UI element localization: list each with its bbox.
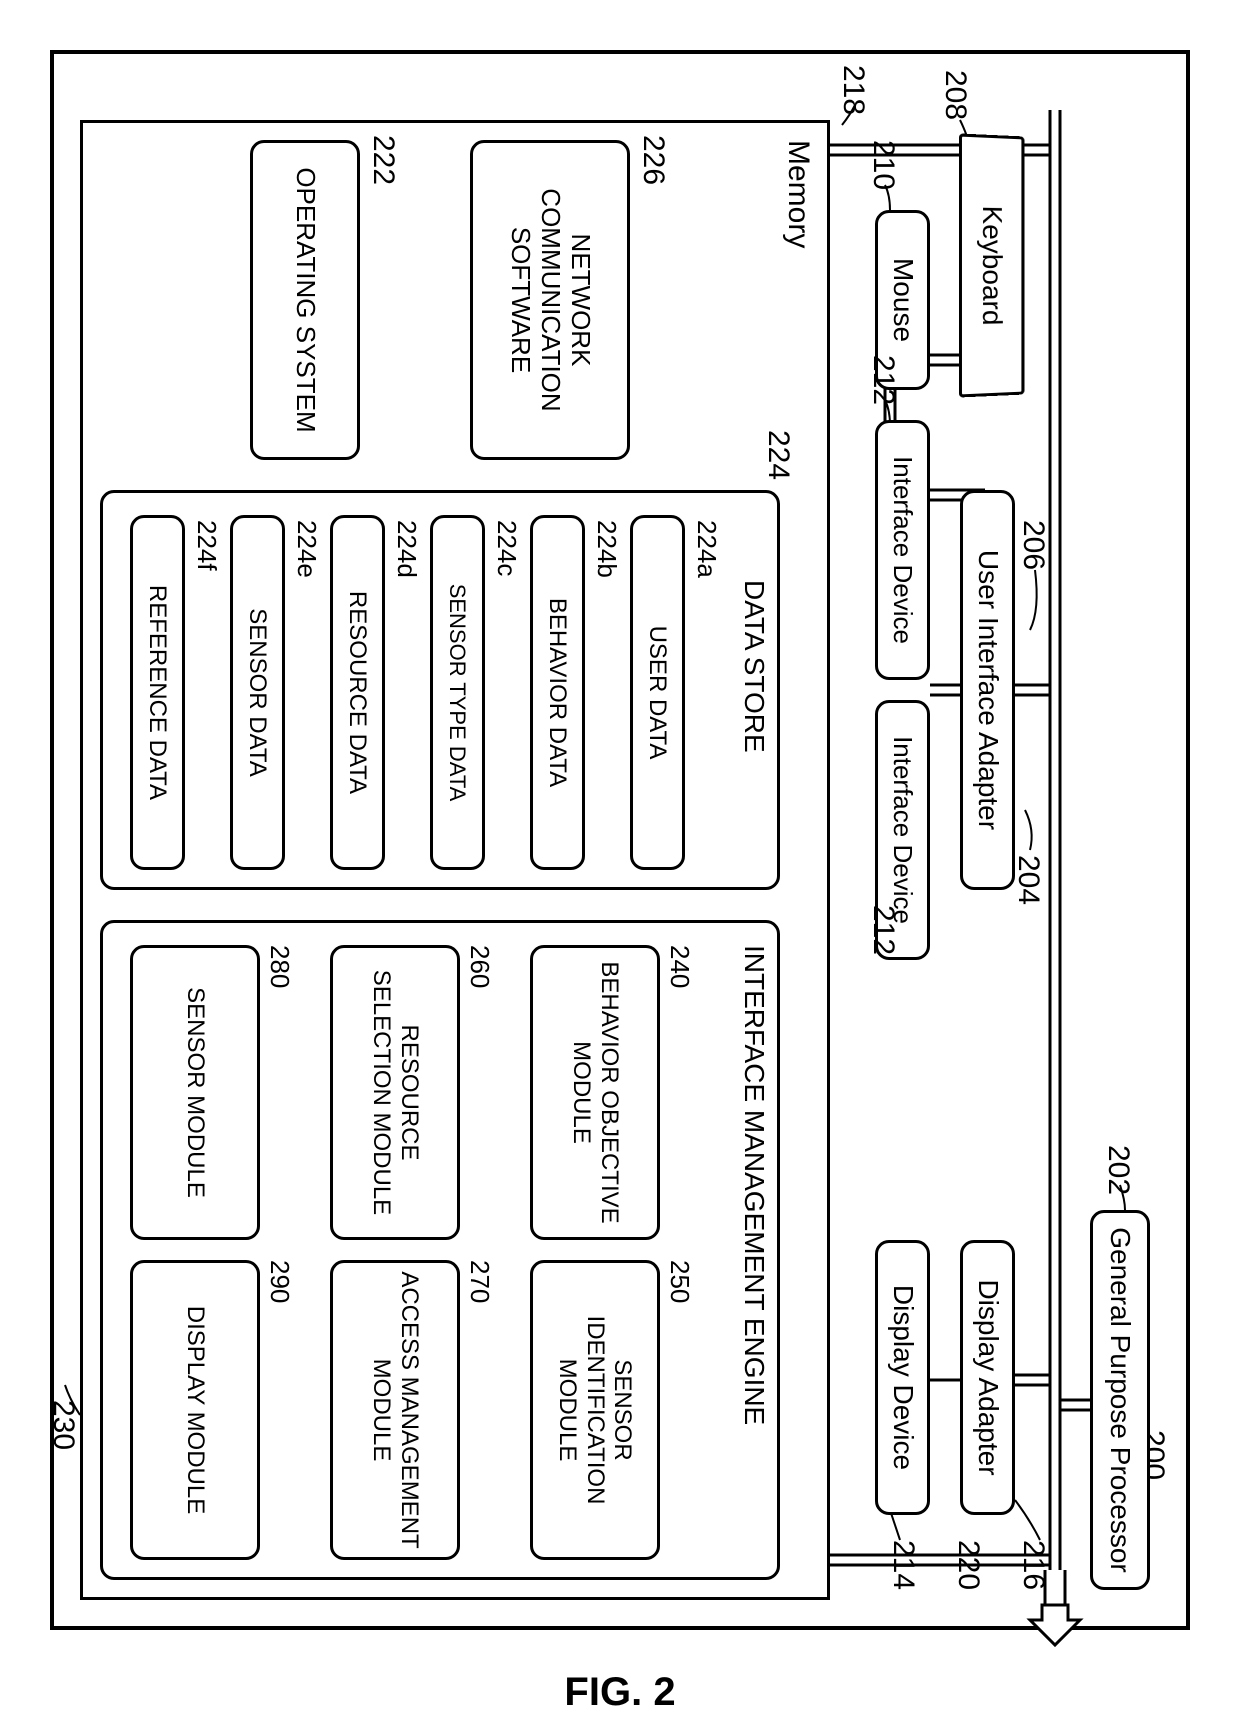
keyboard-block: Keyboard — [959, 133, 1024, 397]
ds-item-2-label: SENSOR TYPE DATA — [445, 584, 470, 802]
display-adapter-ref: 216 — [1016, 1540, 1050, 1590]
mod-5-ref: 290 — [264, 1260, 295, 1303]
figure-label: FIG. 2 — [564, 1670, 675, 1715]
mod-1: SENSOR IDENTIFICATION MODULE — [530, 1260, 660, 1560]
display-adapter-label: Display Adapter — [971, 1279, 1003, 1475]
ds-item-3: RESOURCE DATA — [330, 515, 385, 870]
ds-item-1-label: BEHAVIOR DATA — [544, 598, 572, 787]
ds-item-1-ref: 224b — [591, 520, 622, 578]
mouse-label: Mouse — [886, 258, 918, 342]
ds-item-0: USER DATA — [630, 515, 685, 870]
data-store-title: DATA STORE — [738, 580, 770, 753]
mod-1-ref: 250 — [664, 1260, 695, 1303]
mod-0-label: BEHAVIOR OBJECTIVE MODULE — [567, 956, 622, 1229]
mod-2-ref: 260 — [464, 945, 495, 988]
net-sw-block: NETWORK COMMUNICATION SOFTWARE — [470, 140, 630, 460]
engine-ref: 230 — [46, 1400, 80, 1450]
ds-item-4-label: SENSOR DATA — [244, 608, 272, 776]
ui-adapter-block: User Interface Adapter — [960, 490, 1015, 890]
display-device-label: Display Device — [886, 1285, 918, 1470]
mouse-ref: 210 — [866, 140, 900, 190]
processor-block: General Purpose Processor — [1090, 1210, 1150, 1590]
mod-1-label: SENSOR IDENTIFICATION MODULE — [554, 1271, 637, 1549]
data-store-ref: 224 — [761, 430, 795, 480]
os-ref: 222 — [366, 135, 400, 185]
ds-item-4: SENSOR DATA — [230, 515, 285, 870]
mod-2: RESOURCE SELECTION MODULE — [330, 945, 460, 1240]
mod-4: SENSOR MODULE — [130, 945, 260, 1240]
interface-device-b-ref: 212 — [866, 905, 900, 955]
processor-label: General Purpose Processor — [1104, 1227, 1136, 1573]
interface-device-b-label: Interface Device — [888, 736, 918, 924]
engine-title: INTERFACE MANAGEMENT ENGINE — [738, 945, 770, 1565]
interface-device-a-block: Interface Device — [875, 420, 930, 680]
ui-adapter-label: User Interface Adapter — [971, 550, 1003, 830]
display-adapter-block: Display Adapter — [960, 1240, 1015, 1515]
ds-item-1: BEHAVIOR DATA — [530, 515, 585, 870]
ds-item-2-ref: 224c — [491, 520, 522, 576]
ds-item-5-label: REFERENCE DATA — [144, 585, 172, 800]
ds-item-0-ref: 224a — [691, 520, 722, 578]
memory-ref: 218 — [836, 65, 870, 115]
net-sw-ref: 226 — [636, 135, 670, 185]
mod-3-ref: 270 — [464, 1260, 495, 1303]
display-device-ref: 214 — [886, 1540, 920, 1590]
ds-item-3-label: RESOURCE DATA — [344, 591, 372, 794]
mod-3: ACCESS MANAGEMENT MODULE — [330, 1260, 460, 1560]
ds-item-3-ref: 224d — [391, 520, 422, 578]
mod-2-label: RESOURCE SELECTION MODULE — [367, 956, 422, 1229]
ds-item-4-ref: 224e — [291, 520, 322, 578]
display-device-block: Display Device — [875, 1240, 930, 1515]
memory-label: Memory — [781, 140, 815, 248]
mod-4-ref: 280 — [264, 945, 295, 988]
keyboard-ref: 208 — [938, 70, 972, 120]
mod-4-label: SENSOR MODULE — [181, 987, 209, 1198]
mod-0-ref: 240 — [664, 945, 695, 988]
processor-ref: 202 — [1101, 1145, 1135, 1195]
ds-item-5: REFERENCE DATA — [130, 515, 185, 870]
os-block: OPERATING SYSTEM — [250, 140, 360, 460]
ui-adapter-ref: 204 — [1011, 855, 1045, 905]
mod-5: DISPLAY MODULE — [130, 1260, 260, 1560]
keyboard-label: Keyboard — [976, 205, 1008, 326]
net-sw-label: NETWORK COMMUNICATION SOFTWARE — [505, 151, 595, 449]
mod-0: BEHAVIOR OBJECTIVE MODULE — [530, 945, 660, 1240]
interface-device-a-label: Interface Device — [888, 456, 918, 644]
os-label: OPERATING SYSTEM — [290, 167, 320, 432]
ui-adapter-line-ref: 206 — [1016, 520, 1050, 570]
mod-5-label: DISPLAY MODULE — [181, 1306, 209, 1515]
mod-3-label: ACCESS MANAGEMENT MODULE — [367, 1271, 422, 1549]
ds-item-0-label: USER DATA — [644, 626, 672, 760]
interface-device-a-ref: 212 — [866, 355, 900, 405]
ds-item-5-ref: 224f — [191, 520, 222, 571]
display-link-ref: 220 — [951, 1540, 985, 1590]
ds-item-2: SENSOR TYPE DATA — [430, 515, 485, 870]
